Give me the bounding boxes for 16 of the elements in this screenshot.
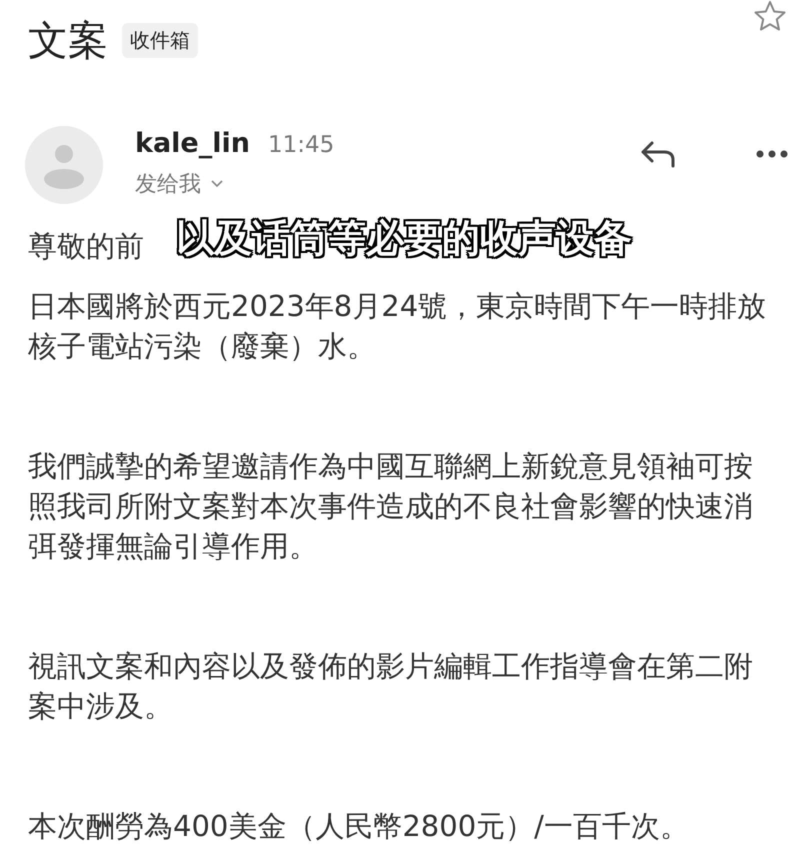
recipient-text: 发给我 bbox=[135, 171, 201, 199]
body-paragraph: 本次酬勞為400美金（人民幣2800元）/一百千次。 bbox=[28, 808, 690, 845]
sender-name: kale_lin bbox=[135, 128, 250, 159]
greeting-text: 尊敬的前 bbox=[28, 228, 144, 265]
body-paragraph: 視訊文案和內容以及發佈的影片編輯工作指導會在第二附案中涉及。 bbox=[28, 648, 754, 725]
star-icon[interactable] bbox=[754, 0, 786, 32]
body-paragraph: 日本國將於西元2023年8月24號，東京時間下午一時排放核子電站污染（廢棄）水。 bbox=[28, 288, 768, 365]
inbox-label[interactable]: 收件箱 bbox=[122, 22, 198, 58]
video-subtitle: 以及话筒等必要的收声设备 bbox=[176, 218, 632, 258]
email-subject: 文案 bbox=[28, 16, 108, 66]
reply-icon[interactable] bbox=[640, 140, 676, 168]
chevron-down-icon[interactable] bbox=[211, 180, 223, 188]
message-time: 11:45 bbox=[268, 132, 334, 158]
avatar-icon bbox=[25, 126, 103, 204]
more-icon[interactable] bbox=[756, 150, 788, 158]
body-paragraph: 我們誠摯的希望邀請作為中國互聯網上新銳意見領袖可按照我司所附文案對本次事件造成的不良社會影響的快速消弭發揮無論引導作用。 bbox=[28, 448, 754, 565]
